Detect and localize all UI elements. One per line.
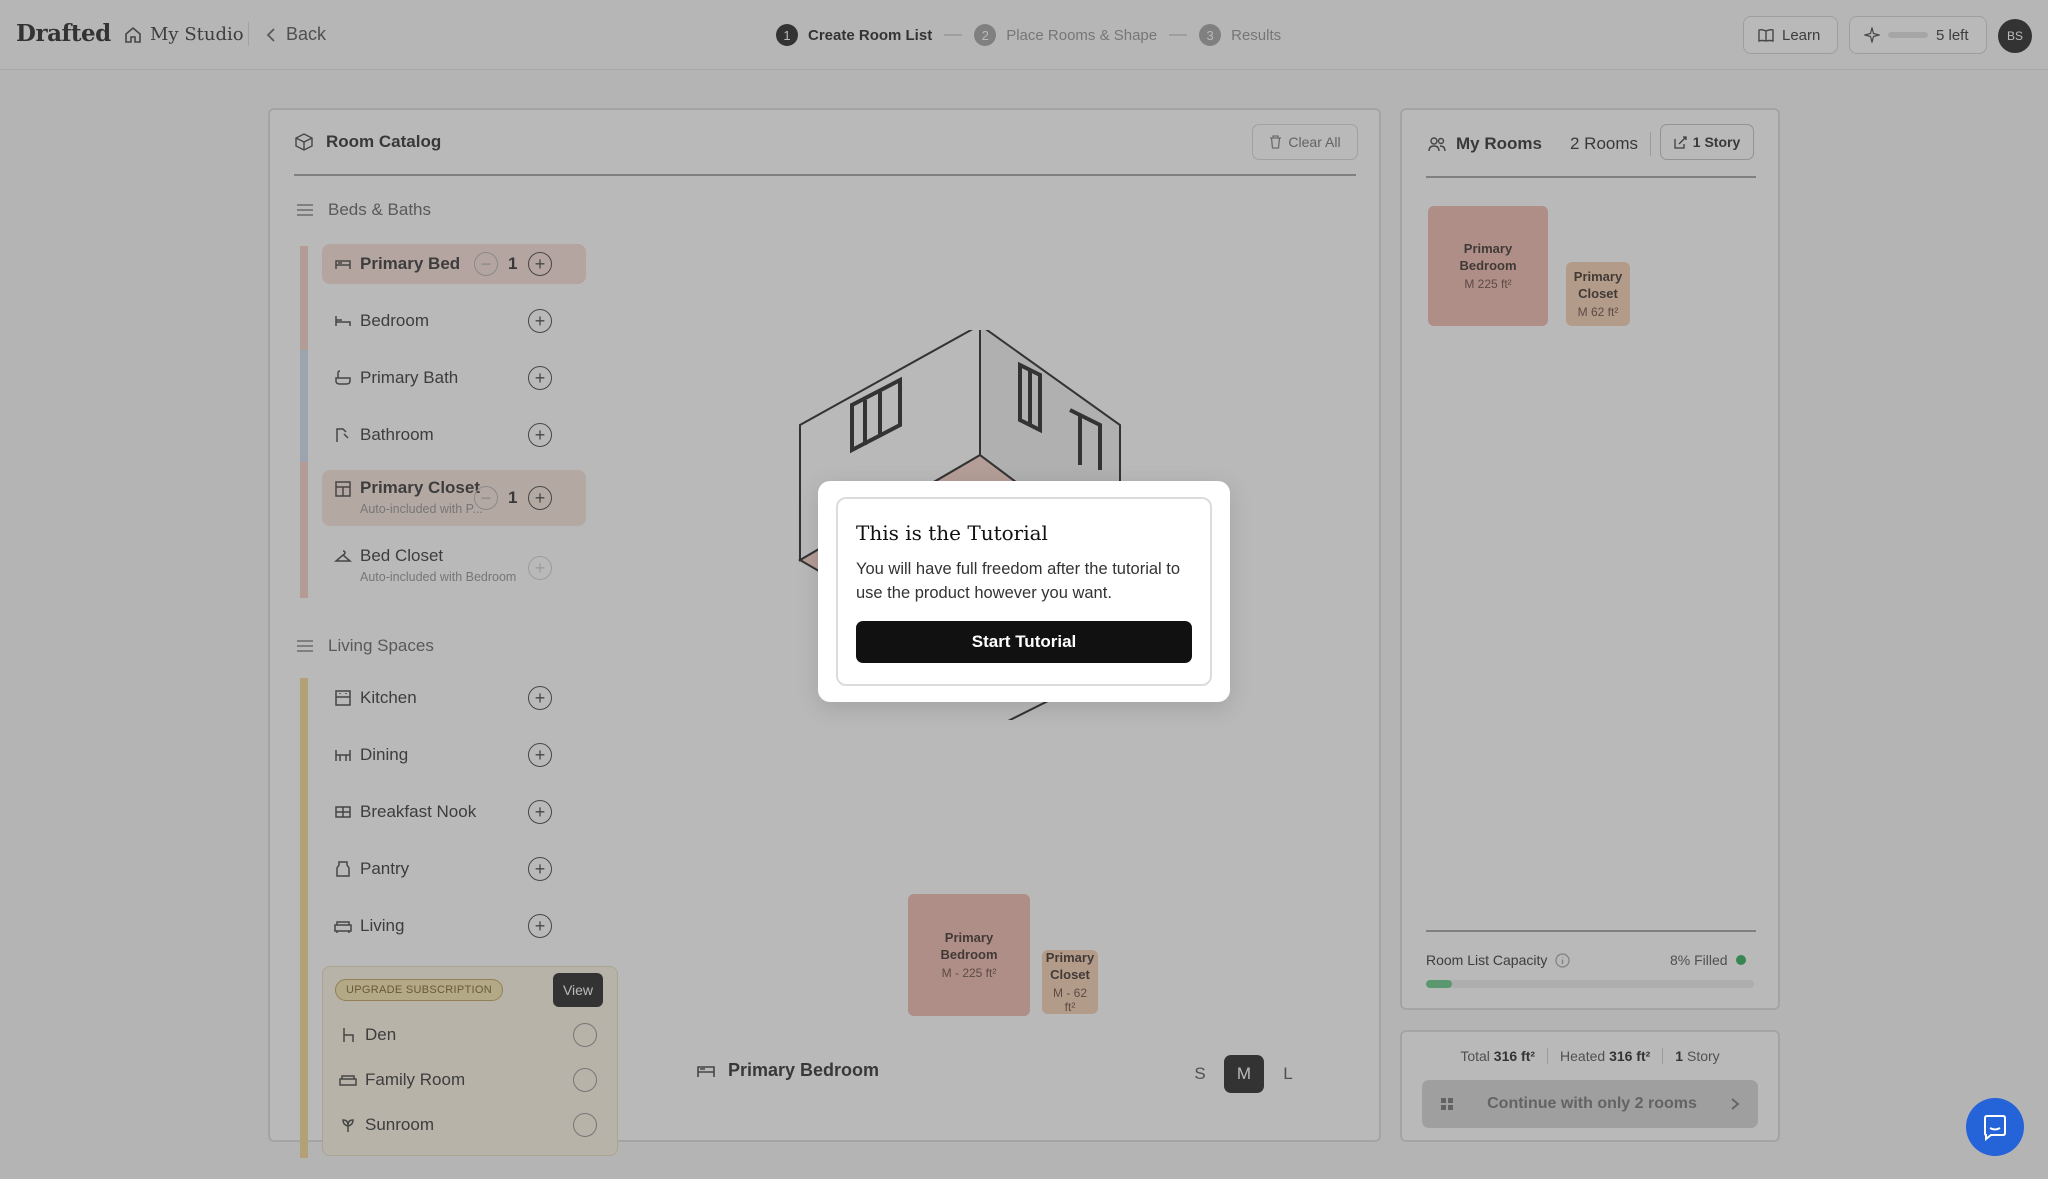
chat-support-button[interactable] <box>1966 1098 2024 1156</box>
chat-icon <box>1984 1115 2006 1141</box>
tutorial-modal: This is the Tutorial You will have full … <box>818 481 1230 702</box>
modal-title: This is the Tutorial <box>856 521 1048 545</box>
start-tutorial-button[interactable]: Start Tutorial <box>856 621 1192 663</box>
tutorial-card: This is the Tutorial You will have full … <box>836 497 1212 686</box>
modal-body: You will have full freedom after the tut… <box>856 560 1181 602</box>
